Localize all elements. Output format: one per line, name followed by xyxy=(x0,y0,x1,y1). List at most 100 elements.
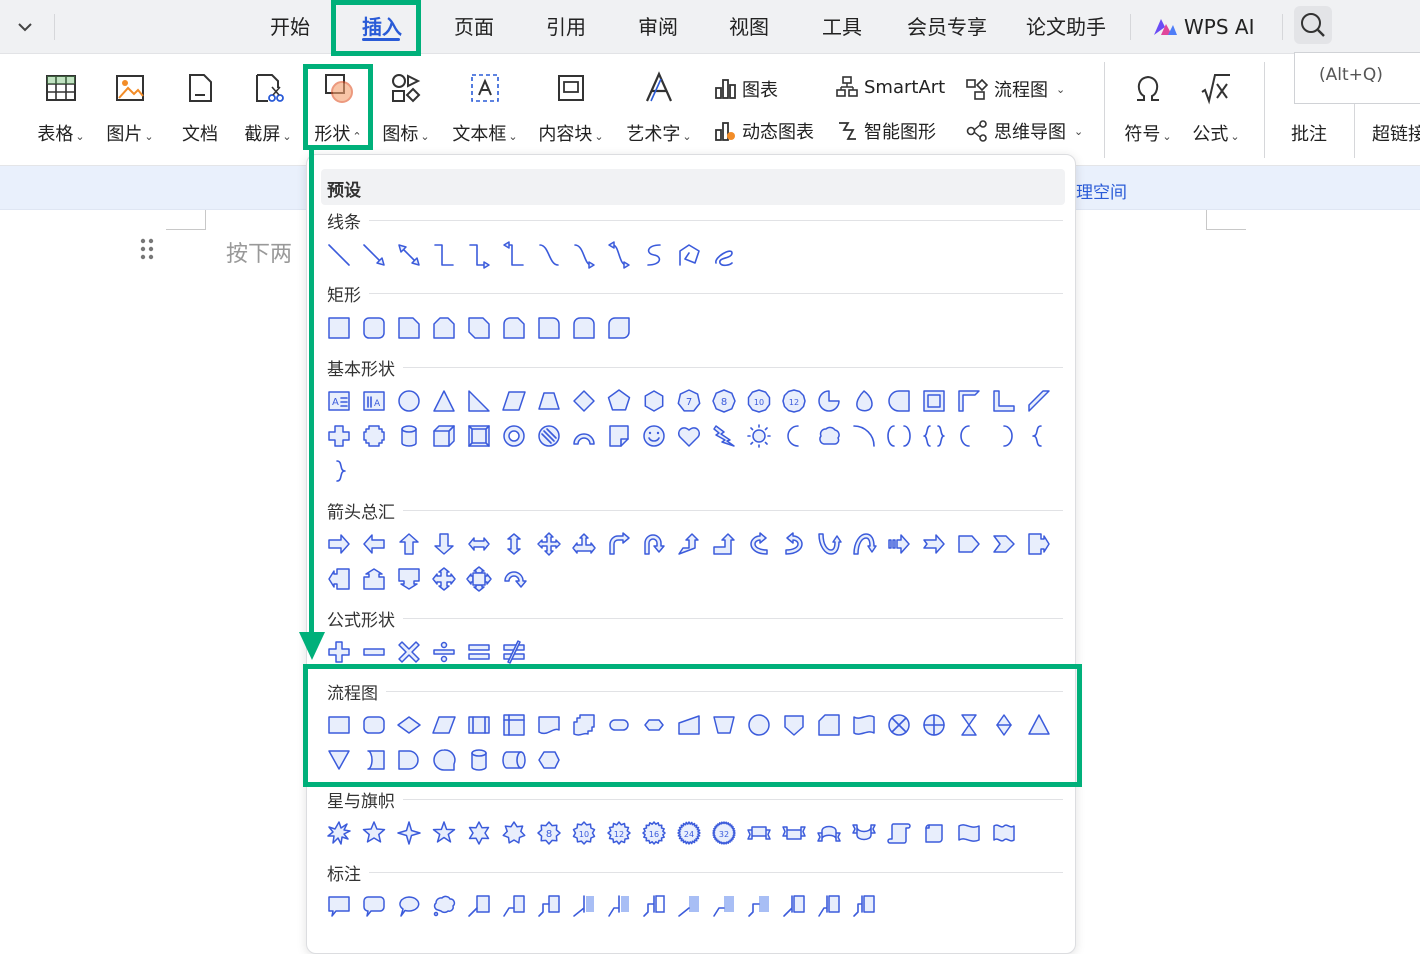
star-banner-shape-6-icon[interactable] xyxy=(502,821,537,845)
basic-shape-7-icon[interactable] xyxy=(537,389,572,413)
smart-graphic-button[interactable]: 智能图形 xyxy=(836,118,936,144)
star-banner-shape-14-icon[interactable] xyxy=(782,821,817,845)
notice-link[interactable]: 理空间 xyxy=(1076,178,1127,203)
star-banner-shape-7-icon[interactable]: 8 xyxy=(537,821,572,845)
rectangle-shape-9-icon[interactable] xyxy=(607,316,642,340)
table-button[interactable]: 表格 ⌄ xyxy=(36,72,86,162)
basic-shape-23-icon[interactable] xyxy=(362,424,397,448)
basic-shape-36-icon[interactable] xyxy=(817,424,852,448)
arrow-shape-9-icon[interactable] xyxy=(607,532,642,556)
star-banner-shape-13-icon[interactable] xyxy=(747,821,782,845)
line-shape-9-icon[interactable] xyxy=(607,241,642,269)
rectangle-shape-6-icon[interactable] xyxy=(502,316,537,340)
arrow-shape-10-icon[interactable] xyxy=(642,532,677,556)
arrow-shape-19-icon[interactable] xyxy=(957,532,992,556)
arrow-shape-13-icon[interactable] xyxy=(747,532,782,556)
screenshot-button[interactable]: 截屏 ⌄ xyxy=(242,72,294,162)
arrow-shape-27-icon[interactable] xyxy=(502,567,537,591)
icons-button[interactable]: 图标 ⌄ xyxy=(380,72,432,162)
basic-shape-13-icon[interactable]: 10 xyxy=(747,389,782,413)
basic-shape-1-icon[interactable]: A xyxy=(327,389,362,413)
tab-tools[interactable]: 工具 xyxy=(820,0,864,54)
basic-shape-6-icon[interactable] xyxy=(502,389,537,413)
basic-shape-21-icon[interactable] xyxy=(1027,389,1062,413)
line-shape-12-icon[interactable] xyxy=(712,243,747,267)
star-banner-shape-17-icon[interactable] xyxy=(887,821,922,845)
star-banner-shape-10-icon[interactable]: 16 xyxy=(642,821,677,845)
callout-shape-16-icon[interactable] xyxy=(852,894,887,918)
basic-shape-20-icon[interactable] xyxy=(992,389,1027,413)
arrow-shape-2-icon[interactable] xyxy=(362,532,397,556)
basic-shape-39-icon[interactable] xyxy=(922,424,957,448)
line-shape-7-icon[interactable] xyxy=(537,243,572,267)
line-shape-5-icon[interactable] xyxy=(467,243,502,269)
symbol-button[interactable]: 符号 ⌄ xyxy=(1122,72,1174,162)
basic-shape-34-icon[interactable] xyxy=(747,424,782,448)
wps-ai-button[interactable]: WPS AI xyxy=(1152,0,1254,54)
star-banner-shape-11-icon[interactable]: 24 xyxy=(677,821,712,845)
arrow-shape-12-icon[interactable] xyxy=(712,532,747,556)
callout-shape-6-icon[interactable] xyxy=(502,894,537,918)
basic-shape-11-icon[interactable]: 7 xyxy=(677,389,712,413)
basic-shape-29-icon[interactable] xyxy=(572,424,607,448)
arrow-shape-18-icon[interactable] xyxy=(922,532,957,556)
callout-shape-4-icon[interactable] xyxy=(432,894,467,918)
arrow-shape-20-icon[interactable] xyxy=(992,532,1027,556)
callout-shape-10-icon[interactable] xyxy=(642,894,677,918)
arrow-shape-22-icon[interactable] xyxy=(327,567,362,591)
arrow-shape-23-icon[interactable] xyxy=(362,567,397,591)
callout-shape-12-icon[interactable] xyxy=(712,894,747,918)
mindmap-button[interactable]: 思维导图 ⌄ xyxy=(966,118,1083,144)
picture-button[interactable]: 图片 ⌄ xyxy=(104,72,156,162)
basic-shape-33-icon[interactable] xyxy=(712,424,747,448)
basic-shape-2-icon[interactable]: A xyxy=(362,389,397,413)
callout-shape-13-icon[interactable] xyxy=(747,894,782,918)
basic-shape-25-icon[interactable] xyxy=(432,424,467,448)
arrow-shape-5-icon[interactable] xyxy=(467,532,502,556)
arrow-shape-4-icon[interactable] xyxy=(432,532,467,556)
basic-shape-43-icon[interactable] xyxy=(327,459,362,483)
rectangle-shape-8-icon[interactable] xyxy=(572,316,607,340)
basic-shape-37-icon[interactable] xyxy=(852,424,887,448)
callout-shape-5-icon[interactable] xyxy=(467,894,502,918)
star-banner-shape-15-icon[interactable] xyxy=(817,821,852,845)
callout-shape-3-icon[interactable] xyxy=(397,894,432,918)
formula-button[interactable]: 公式 ⌄ xyxy=(1190,72,1242,162)
line-shape-1-icon[interactable] xyxy=(327,243,362,267)
basic-shape-27-icon[interactable] xyxy=(502,424,537,448)
basic-shape-4-icon[interactable] xyxy=(432,389,467,413)
content-block-button[interactable]: 内容块 ⌄ xyxy=(536,72,606,162)
arrow-shape-14-icon[interactable] xyxy=(782,532,817,556)
arrow-shape-21-icon[interactable] xyxy=(1027,532,1062,556)
callout-shape-2-icon[interactable] xyxy=(362,894,397,918)
equation-shape-6-icon[interactable] xyxy=(502,640,537,664)
callout-shape-15-icon[interactable] xyxy=(817,894,852,918)
chart-button[interactable]: 图表 xyxy=(714,76,778,102)
textbox-button[interactable]: 文本框 ⌄ xyxy=(450,72,520,162)
search-button[interactable] xyxy=(1294,6,1332,44)
rectangle-shape-7-icon[interactable] xyxy=(537,316,572,340)
basic-shape-15-icon[interactable] xyxy=(817,389,852,413)
arrow-shape-26-icon[interactable] xyxy=(466,566,502,592)
arrow-shape-3-icon[interactable] xyxy=(397,532,432,556)
tab-home[interactable]: 开始 xyxy=(268,0,312,54)
arrow-shape-16-icon[interactable] xyxy=(852,532,887,556)
tab-review[interactable]: 审阅 xyxy=(636,0,680,54)
equation-shape-4-icon[interactable] xyxy=(432,640,467,664)
star-banner-shape-12-icon[interactable]: 32 xyxy=(712,821,747,845)
basic-shape-31-icon[interactable] xyxy=(642,424,677,448)
rectangle-shape-5-icon[interactable] xyxy=(467,316,502,340)
basic-shape-5-icon[interactable] xyxy=(467,389,502,413)
basic-shape-14-icon[interactable]: 12 xyxy=(782,389,817,413)
basic-shape-22-icon[interactable] xyxy=(327,424,362,448)
collapse-ribbon-button[interactable] xyxy=(8,12,42,42)
basic-shape-8-icon[interactable] xyxy=(572,389,607,413)
arrow-shape-11-icon[interactable] xyxy=(677,532,712,556)
rectangle-shape-3-icon[interactable] xyxy=(397,316,432,340)
smartart-button[interactable]: SmartArt xyxy=(836,76,945,98)
basic-shape-30-icon[interactable] xyxy=(607,424,642,448)
callout-shape-9-icon[interactable] xyxy=(607,894,642,918)
equation-shape-2-icon[interactable] xyxy=(362,640,397,664)
basic-shape-38-icon[interactable] xyxy=(887,424,922,448)
line-shape-4-icon[interactable] xyxy=(432,243,467,267)
